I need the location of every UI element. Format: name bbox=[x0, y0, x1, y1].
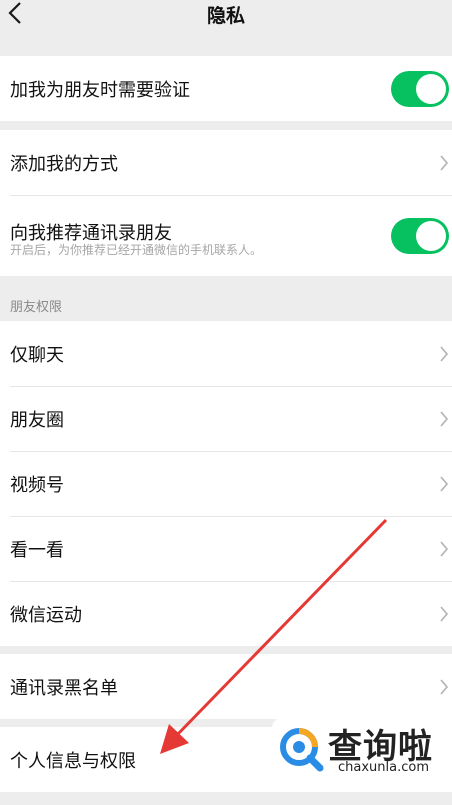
watermark: 查询啦 chaxunla.com bbox=[272, 718, 452, 780]
list-item-label: 通讯录黑名单 bbox=[10, 677, 118, 699]
recommend-contacts-toggle[interactable] bbox=[391, 217, 449, 254]
list-item-label: 朋友圈 bbox=[10, 409, 64, 431]
chevron-right-icon bbox=[440, 678, 449, 695]
chevron-right-icon bbox=[440, 540, 449, 557]
list-item-channels[interactable]: 视频号 bbox=[0, 451, 452, 516]
list-item-label: 视频号 bbox=[10, 474, 64, 496]
toggle-knob bbox=[416, 220, 446, 251]
chevron-right-icon bbox=[440, 345, 449, 362]
list-item-label: 个人信息与权限 bbox=[10, 750, 136, 772]
list-item-label: 微信运动 bbox=[10, 604, 82, 626]
list-item-label: 看一看 bbox=[10, 539, 64, 561]
page-title: 隐私 bbox=[206, 5, 245, 27]
friend-permissions-group: 仅聊天 朋友圈 视频号 看一看 微信运动 bbox=[0, 321, 452, 646]
verify-group: 加我为朋友时需要验证 bbox=[0, 56, 452, 121]
verify-friend-label: 加我为朋友时需要验证 bbox=[10, 79, 190, 101]
navigation-bar: 隐私 bbox=[0, 0, 452, 56]
list-item-chat-only[interactable]: 仅聊天 bbox=[0, 321, 452, 386]
list-item-werun[interactable]: 微信运动 bbox=[0, 581, 452, 646]
recommend-contacts-row: 向我推荐通讯录朋友 开启后，为你推荐已经开通微信的手机联系人。 bbox=[0, 195, 452, 276]
magnifier-logo-icon bbox=[280, 728, 324, 772]
list-item-blacklist[interactable]: 通讯录黑名单 bbox=[0, 654, 452, 719]
add-method-row[interactable]: 添加我的方式 bbox=[0, 130, 452, 195]
chevron-right-icon bbox=[440, 154, 449, 171]
verify-friend-toggle[interactable] bbox=[391, 70, 449, 107]
chevron-right-icon bbox=[440, 475, 449, 492]
verify-friend-row: 加我为朋友时需要验证 bbox=[0, 56, 452, 121]
list-item-top-stories[interactable]: 看一看 bbox=[0, 516, 452, 581]
toggle-knob bbox=[416, 73, 446, 104]
add-methods-group: 添加我的方式 向我推荐通讯录朋友 开启后，为你推荐已经开通微信的手机联系人。 bbox=[0, 130, 452, 276]
friend-permissions-header: 朋友权限 bbox=[10, 300, 63, 315]
chevron-right-icon bbox=[440, 410, 449, 427]
list-item-label: 仅聊天 bbox=[10, 344, 64, 366]
blacklist-group: 通讯录黑名单 bbox=[0, 654, 452, 719]
recommend-contacts-description: 开启后，为你推荐已经开通微信的手机联系人。 bbox=[10, 243, 263, 257]
watermark-domain: chaxunla.com bbox=[338, 760, 429, 775]
list-item-moments[interactable]: 朋友圈 bbox=[0, 386, 452, 451]
chevron-right-icon bbox=[440, 605, 449, 622]
add-method-label: 添加我的方式 bbox=[10, 153, 118, 175]
